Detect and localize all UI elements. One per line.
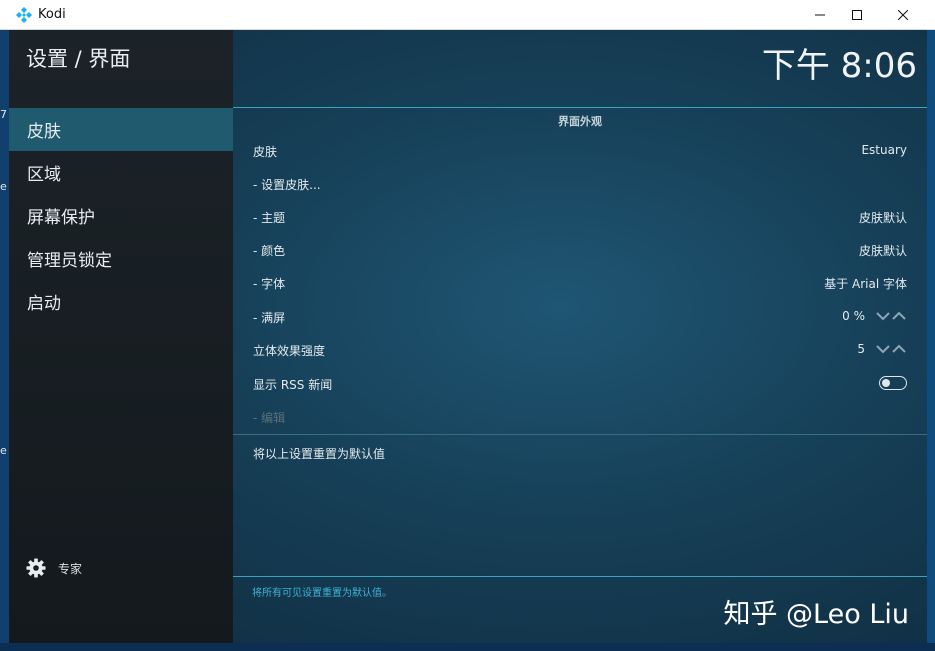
minimize-icon xyxy=(815,14,825,16)
reset-settings-button[interactable]: 将以上设置重置为默认值 xyxy=(233,436,927,469)
setting-label: - 主题 xyxy=(253,211,286,225)
toggle-knob xyxy=(882,379,890,387)
setting-colors[interactable]: - 颜色 皮肤默认 xyxy=(233,233,927,266)
sidebar-item-startup[interactable]: 启动 xyxy=(9,280,233,323)
maximize-button[interactable] xyxy=(834,0,880,30)
kodi-logo-icon xyxy=(16,7,32,23)
settings-level-button[interactable]: 专家 xyxy=(26,558,82,578)
desktop-icon-label-fragment: e xyxy=(0,180,7,193)
sidebar-item-label: 屏幕保护 xyxy=(27,208,95,228)
setting-value: 皮肤默认 xyxy=(858,244,907,258)
sidebar-item-label: 管理员锁定 xyxy=(27,251,112,271)
setting-label: 皮肤 xyxy=(253,145,278,159)
desktop-icon-label-fragment: e xyxy=(0,444,7,457)
setting-zoom[interactable]: - 满屏 0 % xyxy=(233,300,927,333)
setting-label: - 编辑 xyxy=(253,411,286,425)
setting-label: - 设置皮肤... xyxy=(253,178,321,192)
setting-value: Estuary xyxy=(861,143,907,157)
setting-fonts[interactable]: - 字体 基于 Arial 字体 xyxy=(233,266,927,299)
sidebar-item-label: 皮肤 xyxy=(27,122,61,142)
help-text: 将所有可见设置重置为默认值。 xyxy=(252,588,392,599)
sidebar-item-regional[interactable]: 区域 xyxy=(9,151,233,194)
close-icon xyxy=(898,10,908,20)
desktop-background-bottom xyxy=(0,643,935,651)
setting-theme[interactable]: - 主题 皮肤默认 xyxy=(233,200,927,233)
rss-toggle[interactable] xyxy=(879,376,907,390)
setting-show-rss[interactable]: 显示 RSS 新闻 xyxy=(233,367,927,400)
setting-label: 立体效果强度 xyxy=(253,344,326,358)
setting-edit-rss: - 编辑 xyxy=(233,400,927,433)
sidebar-item-master-lock[interactable]: 管理员锁定 xyxy=(9,237,233,280)
section-divider xyxy=(233,434,927,435)
setting-value: 5 xyxy=(857,342,865,356)
desktop-background-left xyxy=(0,30,9,651)
sidebar: 设置 / 界面 皮肤 区域 屏幕保护 管理员锁定 启动 专家 xyxy=(9,30,233,643)
desktop-icon-label-fragment: 7 xyxy=(0,108,7,121)
header-divider xyxy=(233,107,927,108)
setting-skin[interactable]: 皮肤 Estuary xyxy=(233,134,927,167)
maximize-icon xyxy=(852,10,862,20)
setting-value: 0 % xyxy=(842,309,865,323)
breadcrumb: 设置 / 界面 xyxy=(26,47,131,71)
clock: 下午 8:06 xyxy=(761,46,917,86)
setting-label: - 字体 xyxy=(253,277,286,291)
sidebar-item-label: 启动 xyxy=(27,294,61,314)
window-title-bar[interactable]: Kodi xyxy=(0,0,935,30)
setting-configure-skin[interactable]: - 设置皮肤... xyxy=(233,167,927,200)
reset-label: 将以上设置重置为默认值 xyxy=(253,447,386,461)
setting-label: 显示 RSS 新闻 xyxy=(253,378,333,392)
window-title: Kodi xyxy=(38,7,66,22)
kodi-app: 设置 / 界面 皮肤 区域 屏幕保护 管理员锁定 启动 专家 下午 8:06 界… xyxy=(9,30,927,643)
setting-value: 基于 Arial 字体 xyxy=(824,277,907,291)
footer-divider xyxy=(233,576,927,577)
watermark: 知乎 @Leo Liu xyxy=(723,599,909,630)
spinner-arrows-icon[interactable] xyxy=(875,341,907,357)
close-button[interactable] xyxy=(880,0,926,30)
gear-icon xyxy=(26,558,46,578)
spinner-arrows-icon[interactable] xyxy=(875,308,907,324)
setting-label: - 颜色 xyxy=(253,244,286,258)
setting-stereo-strength[interactable]: 立体效果强度 5 xyxy=(233,333,927,366)
sidebar-item-screensaver[interactable]: 屏幕保护 xyxy=(9,194,233,237)
sidebar-item-label: 区域 xyxy=(27,165,61,185)
desktop-background-right xyxy=(927,30,935,651)
settings-level-label: 专家 xyxy=(58,561,83,576)
section-title: 界面外观 xyxy=(558,115,602,128)
sidebar-item-skin[interactable]: 皮肤 xyxy=(9,108,233,151)
setting-value: 皮肤默认 xyxy=(858,211,907,225)
setting-label: - 满屏 xyxy=(253,311,286,325)
